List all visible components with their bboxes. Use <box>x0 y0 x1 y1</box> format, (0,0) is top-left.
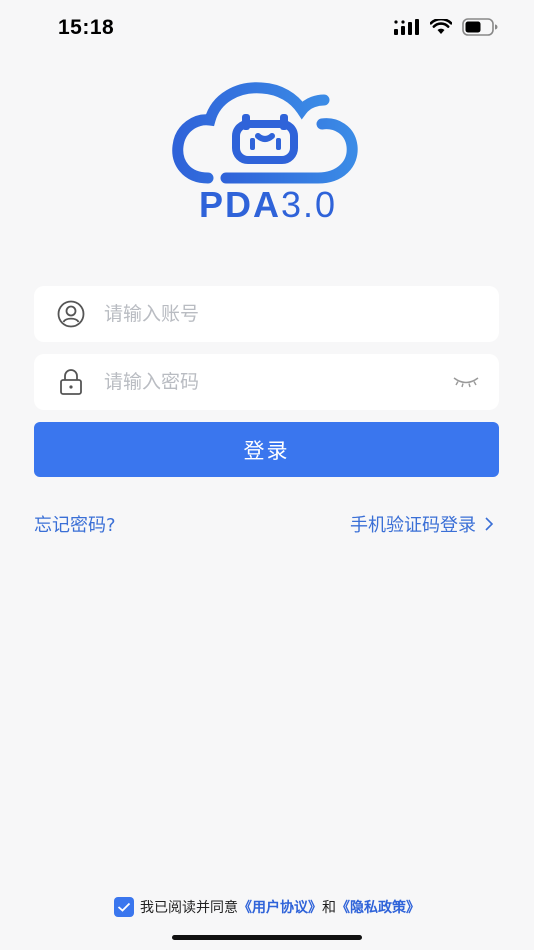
agreement-checkbox[interactable] <box>114 897 134 917</box>
eye-closed-icon[interactable] <box>451 372 481 392</box>
agreement-prefix: 我已阅读并同意 <box>140 900 238 916</box>
password-field[interactable] <box>34 354 499 410</box>
status-icons <box>394 18 498 36</box>
home-indicator <box>172 935 362 940</box>
cloud-robot-icon <box>172 82 358 184</box>
logo-text-name: PDA <box>198 184 281 225</box>
account-field[interactable] <box>34 286 499 342</box>
agreement-conjunction: 和 <box>322 900 336 916</box>
chevron-right-icon <box>485 517 494 531</box>
password-input[interactable] <box>102 361 451 403</box>
logo-text: PDA3.0 <box>168 184 368 226</box>
app-logo: PDA3.0 <box>168 80 368 240</box>
logo-text-version: 3.0 <box>280 184 338 225</box>
account-input[interactable] <box>102 293 499 335</box>
wifi-icon <box>430 19 452 34</box>
user-agreement-link[interactable]: 《用户协议》 <box>238 897 322 917</box>
sms-login-label: 手机验证码登录 <box>350 515 476 536</box>
check-icon <box>117 902 131 912</box>
agreement-row: 我已阅读并同意 《用户协议》 和 《隐私政策》 <box>0 897 534 917</box>
forgot-password-link[interactable]: 忘记密码? <box>34 511 116 537</box>
battery-icon <box>462 18 498 36</box>
status-bar: 15:18 <box>0 0 534 58</box>
lock-icon <box>56 367 86 397</box>
login-button[interactable]: 登录 <box>34 422 499 477</box>
user-icon <box>56 299 86 329</box>
sms-login-link[interactable]: 手机验证码登录 <box>350 511 494 537</box>
privacy-policy-link[interactable]: 《隐私政策》 <box>336 897 420 917</box>
signal-icon <box>394 19 419 35</box>
status-time: 15:18 <box>58 16 115 39</box>
